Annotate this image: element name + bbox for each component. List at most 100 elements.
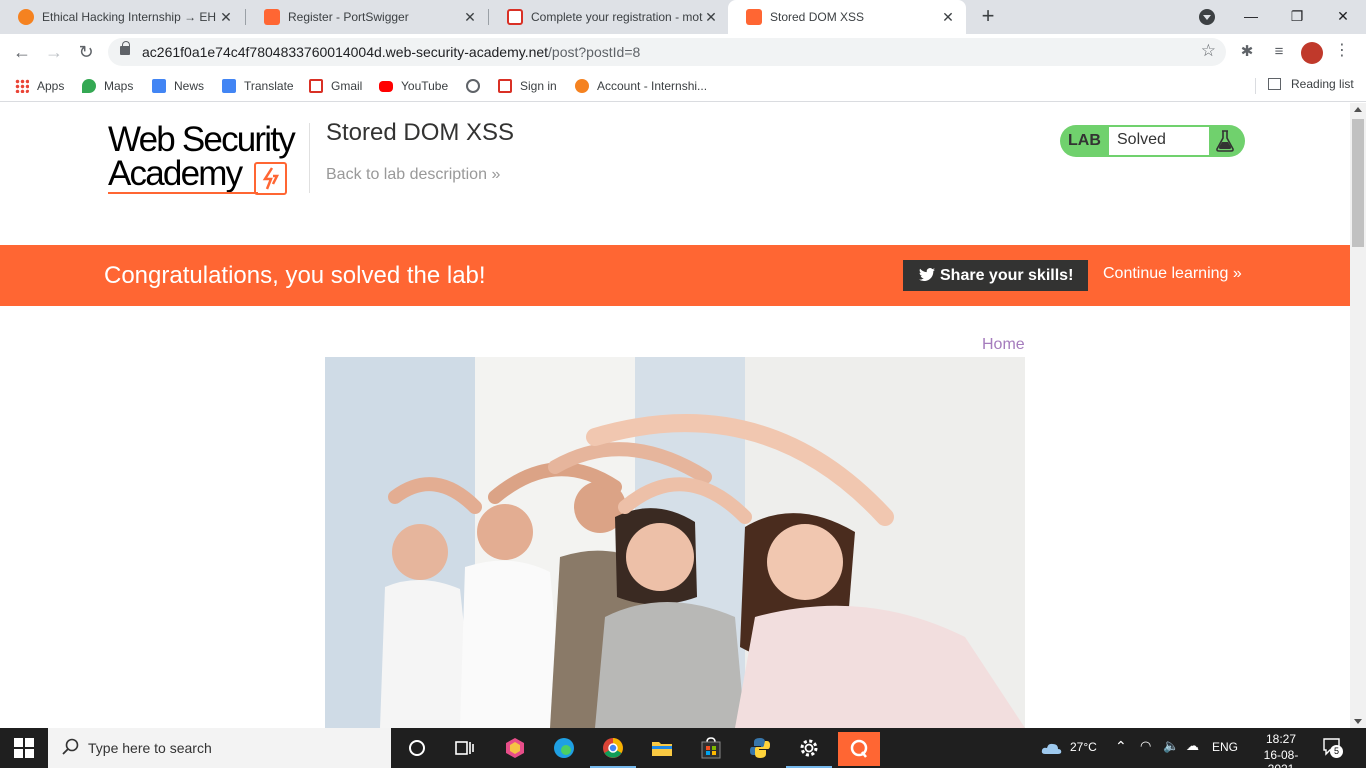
- network-icon[interactable]: ◠: [1140, 738, 1151, 754]
- address-bar[interactable]: ac261f0a1e74c4f7804833760014004d.web-sec…: [108, 38, 1226, 66]
- weather-icon[interactable]: [1040, 738, 1064, 758]
- forward-arrow-icon[interactable]: →: [40, 38, 68, 66]
- browser-toolbar: ← → ↻ ac261f0a1e74c4f7804833760014004d.w…: [0, 34, 1366, 70]
- bookmark-maps[interactable]: Maps: [82, 77, 133, 95]
- internshala-icon: [575, 79, 589, 93]
- gmail-icon: [498, 79, 512, 93]
- blog-post-image: [325, 357, 1025, 728]
- lightning-bolt-icon: [254, 162, 287, 195]
- media-control-icon[interactable]: ≡: [1269, 42, 1289, 62]
- close-tab-icon[interactable]: ✕: [218, 9, 234, 26]
- back-to-lab-description-link[interactable]: Back to lab description »: [326, 166, 500, 184]
- windows-start-icon[interactable]: [14, 738, 34, 758]
- bookmark-apps[interactable]: Apps: [15, 77, 64, 95]
- internshala-icon: [18, 9, 34, 25]
- restore-icon[interactable]: ❐: [1274, 0, 1320, 34]
- tab-title: Stored DOM XSS: [770, 10, 865, 24]
- app-cube-icon[interactable]: [503, 736, 527, 760]
- lab-title: Stored DOM XSS: [326, 119, 515, 146]
- lab-label: LAB: [1068, 132, 1101, 149]
- bookmark-label: Translate: [244, 79, 294, 93]
- close-tab-icon[interactable]: ✕: [940, 9, 956, 26]
- news-icon: [152, 79, 166, 93]
- search-icon: [62, 738, 80, 761]
- page-viewport: Web Security Academy Stored DOM XSS Back…: [0, 103, 1350, 728]
- task-view-icon[interactable]: [452, 736, 476, 760]
- reading-list-icon: [1268, 78, 1281, 90]
- bookmark-label: News: [174, 79, 205, 93]
- page-scrollbar[interactable]: [1350, 103, 1366, 728]
- tab-stored-dom-xss[interactable]: Stored DOM XSS ✕: [728, 0, 966, 34]
- browser-menu-icon[interactable]: ⋮: [1332, 41, 1352, 61]
- close-window-icon[interactable]: ✕: [1320, 0, 1366, 34]
- reading-list-button[interactable]: Reading list: [1268, 77, 1354, 91]
- lock-icon[interactable]: [120, 41, 130, 55]
- python-icon[interactable]: [748, 736, 772, 760]
- temperature-readout[interactable]: 27°C: [1070, 740, 1097, 754]
- cortana-icon[interactable]: [405, 736, 429, 760]
- bookmark-news[interactable]: News: [152, 77, 204, 95]
- tab-strip: Ethical Hacking Internship → EH C ✕ Regi…: [0, 0, 1366, 34]
- youtube-icon: [379, 80, 393, 92]
- chevron-right-icon: »: [1232, 265, 1242, 282]
- tab-ethical-hacking[interactable]: Ethical Hacking Internship → EH C ✕: [0, 0, 244, 34]
- bookmark-star-icon[interactable]: ☆: [1201, 41, 1216, 61]
- bookmark-label: Maps: [104, 79, 134, 93]
- bookmark-gmail[interactable]: Gmail: [309, 77, 362, 95]
- apps-grid-icon: [15, 79, 29, 93]
- reload-icon[interactable]: ↻: [72, 38, 100, 66]
- scroll-up-icon[interactable]: [1354, 107, 1362, 112]
- qbit-app-icon[interactable]: [838, 732, 880, 766]
- notification-center-icon[interactable]: 5: [1322, 737, 1344, 758]
- tab-title: Register - PortSwigger: [288, 10, 409, 24]
- clock-date: 16-08-2021: [1263, 748, 1299, 776]
- store-icon[interactable]: [699, 736, 723, 760]
- back-arrow-icon[interactable]: ←: [8, 38, 36, 66]
- onedrive-cloud-icon[interactable]: ☁: [1186, 738, 1199, 754]
- bookmark-youtube[interactable]: YouTube: [379, 77, 448, 95]
- extensions-icon[interactable]: ✱: [1237, 42, 1257, 62]
- file-explorer-icon[interactable]: [650, 736, 674, 760]
- back-link-label: Back to lab description: [326, 166, 487, 183]
- speaker-icon[interactable]: 🔈: [1163, 738, 1179, 754]
- scrollbar-thumb[interactable]: [1352, 119, 1364, 247]
- taskbar-search-box[interactable]: Type here to search: [48, 728, 391, 768]
- tab-title: Complete your registration - mot: [531, 10, 703, 24]
- language-indicator[interactable]: ENG: [1212, 740, 1238, 754]
- windows-taskbar: Type here to search 27°C ⌃ ◠ 🔈 ☁ ENG 18:…: [0, 728, 1366, 776]
- continue-link-label: Continue learning: [1103, 265, 1229, 282]
- new-tab-icon[interactable]: +: [976, 4, 1000, 28]
- bookmark-label: Apps: [37, 79, 65, 93]
- bookmark-sign-in[interactable]: Sign in: [498, 77, 557, 95]
- tab-complete-registration[interactable]: Complete your registration - mot ✕: [489, 0, 729, 34]
- clock[interactable]: 18:27 16-08-2021: [1258, 732, 1304, 776]
- share-button-label: Share your skills!: [940, 267, 1074, 284]
- chevron-up-icon[interactable]: ⌃: [1115, 738, 1127, 755]
- bookmark-globe[interactable]: [466, 77, 488, 95]
- globe-icon: [466, 79, 480, 93]
- edge-browser-icon[interactable]: [552, 736, 576, 760]
- reading-list-label: Reading list: [1291, 77, 1354, 91]
- scroll-down-icon[interactable]: [1354, 719, 1362, 724]
- chrome-icon[interactable]: [601, 736, 625, 760]
- share-skills-button[interactable]: Share your skills!: [903, 260, 1088, 291]
- tab-search-icon[interactable]: [1199, 9, 1215, 25]
- home-link[interactable]: Home: [982, 336, 1025, 354]
- web-security-academy-logo[interactable]: Web Security Academy: [108, 122, 308, 198]
- bookmark-label: YouTube: [401, 79, 449, 93]
- bookmark-label: Account - Internshi...: [597, 79, 708, 93]
- tab-title: Ethical Hacking Internship → EH C: [42, 10, 218, 24]
- minimize-icon[interactable]: —: [1228, 0, 1274, 34]
- close-tab-icon[interactable]: ✕: [462, 9, 478, 26]
- close-tab-icon[interactable]: ✕: [703, 9, 719, 26]
- url-text[interactable]: ac261f0a1e74c4f7804833760014004d.web-sec…: [142, 44, 640, 60]
- bookmark-translate[interactable]: Translate: [222, 77, 294, 95]
- settings-gear-icon[interactable]: [797, 736, 821, 760]
- profile-avatar[interactable]: [1301, 42, 1323, 64]
- bookmark-label: Sign in: [520, 79, 557, 93]
- continue-learning-link[interactable]: Continue learning »: [1103, 265, 1242, 283]
- bookmark-account-internshala[interactable]: Account - Internshi...: [575, 77, 707, 95]
- tab-register-portswigger[interactable]: Register - PortSwigger ✕: [246, 0, 488, 34]
- flask-icon: [1215, 130, 1235, 157]
- translate-icon: [222, 79, 236, 93]
